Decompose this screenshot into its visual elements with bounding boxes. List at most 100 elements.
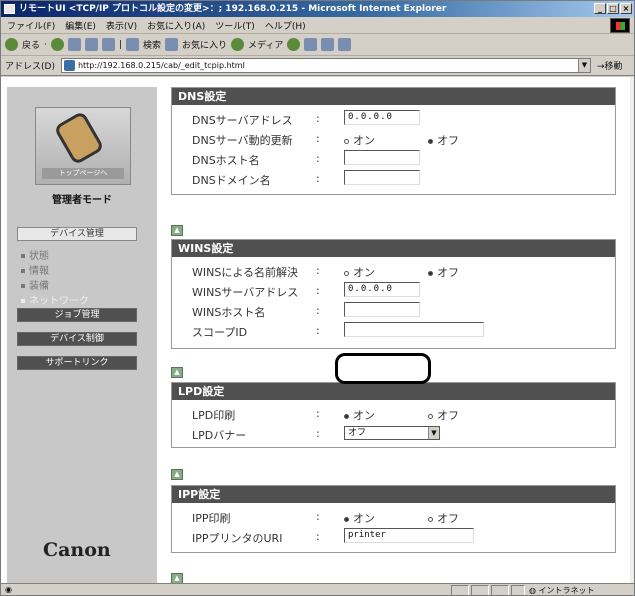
home-icon[interactable] — [101, 38, 115, 51]
status-bar: ◉ ◍ イントラネット — [1, 583, 634, 595]
colon: : — [316, 112, 320, 125]
search-icon[interactable] — [125, 38, 139, 51]
favorites-button[interactable]: お気に入り — [182, 38, 227, 51]
minimize-button[interactable]: _ — [594, 3, 606, 14]
windows-logo-icon — [610, 18, 630, 33]
wins-section: WINS設定 WINSによる名前解決 : オン オフ WINSサーバアドレス :… — [171, 239, 616, 349]
refresh-icon[interactable] — [84, 38, 98, 51]
search-button[interactable]: 検索 — [143, 38, 161, 51]
colon: : — [316, 427, 320, 440]
dns-host-input[interactable] — [344, 150, 420, 165]
forward-icon[interactable] — [50, 38, 64, 51]
edit-icon[interactable] — [338, 38, 352, 51]
device-control-button[interactable]: デバイス制御 — [17, 332, 137, 346]
menu-help[interactable]: ヘルプ(H) — [265, 19, 306, 32]
scroll-top-icon[interactable]: ▲ — [171, 573, 183, 583]
back-dropdown-icon[interactable]: · — [44, 40, 47, 50]
highlight-callout — [335, 353, 431, 384]
subnav-equipment[interactable]: 装備 — [21, 277, 49, 292]
back-button[interactable]: 戻る — [22, 38, 40, 51]
dropdown-arrow-icon[interactable]: ▼ — [428, 427, 439, 439]
radio-on-label: オン — [353, 512, 375, 525]
history-icon[interactable] — [287, 38, 301, 51]
go-button[interactable]: →移動 — [597, 59, 623, 72]
stop-icon[interactable] — [67, 38, 81, 51]
support-link-button[interactable]: サポートリンク — [17, 356, 137, 370]
wins-scope-input[interactable] — [344, 322, 484, 337]
close-button[interactable]: × — [620, 3, 632, 14]
canon-logo: Canon — [43, 539, 111, 561]
wins-resolve-off-radio[interactable]: オフ — [428, 264, 459, 280]
window-title: リモートUI <TCP/IP プロトコル設定の変更>：; 192.168.0.2… — [19, 4, 447, 14]
ipp-print-on-radio[interactable]: オン — [344, 510, 375, 526]
top-page-label: トップページへ — [42, 168, 124, 179]
menu-tools[interactable]: ツール(T) — [215, 19, 255, 32]
wins-server-input[interactable]: 0.0.0.0 — [344, 282, 420, 297]
go-label: 移動 — [604, 62, 623, 72]
favorites-icon[interactable] — [164, 38, 178, 51]
lpd-section: LPD設定 LPD印刷 : オン オフ LPDバナー : オフ ▼ — [171, 382, 616, 448]
colon: : — [316, 284, 320, 297]
job-mgmt-button[interactable]: ジョブ管理 — [17, 308, 137, 322]
address-input[interactable]: http://192.168.0.215/cab/_edit_tcpip.htm… — [60, 58, 591, 73]
admin-mode-label: 管理者モード — [52, 195, 112, 206]
menu-edit[interactable]: 編集(E) — [65, 19, 96, 32]
status-segment — [471, 585, 489, 595]
subnav-network[interactable]: ネットワーク — [21, 292, 89, 307]
vertical-scrollbar[interactable] — [630, 77, 634, 583]
mail-icon[interactable] — [304, 38, 318, 51]
media-icon[interactable] — [230, 38, 244, 51]
colon: : — [316, 172, 320, 185]
zone-label: イントラネット — [538, 586, 595, 595]
subnav-status-label: 状態 — [29, 251, 49, 262]
ie-icon — [4, 4, 15, 14]
dns-server-input[interactable]: 0.0.0.0 — [344, 110, 420, 125]
wins-host-input[interactable] — [344, 302, 420, 317]
ipp-section: IPP設定 IPP印刷 : オン オフ IPPプリンタのURI : printe… — [171, 485, 616, 553]
subnav-info[interactable]: 情報 — [21, 262, 49, 277]
menu-view[interactable]: 表示(V) — [106, 19, 137, 32]
lpd-print-off-radio[interactable]: オフ — [428, 407, 459, 423]
status-segment — [491, 585, 509, 595]
dns-domain-input[interactable] — [344, 170, 420, 185]
device-mgmt-button[interactable]: デバイス管理 — [17, 227, 137, 241]
ipp-print-off-radio[interactable]: オフ — [428, 510, 459, 526]
scroll-top-icon[interactable]: ▲ — [171, 367, 183, 378]
toolbar: 戻る · | 検索 お気に入り メディア — [1, 34, 634, 56]
radio-off-label: オフ — [437, 134, 459, 147]
title-bar: リモートUI <TCP/IP プロトコル設定の変更>：; 192.168.0.2… — [1, 1, 634, 17]
lpd-print-label: LPD印刷 — [192, 409, 236, 422]
wins-resolve-on-radio[interactable]: オン — [344, 264, 375, 280]
top-page-link[interactable]: トップページへ — [35, 107, 131, 185]
subnav-status[interactable]: 状態 — [21, 247, 49, 262]
print-icon[interactable] — [321, 38, 335, 51]
sidebar: トップページへ 管理者モード デバイス管理 状態 情報 装備 ネットワーク ジョ… — [7, 87, 157, 583]
intranet-zone: ◍ イントラネット — [529, 585, 595, 595]
menu-favorites[interactable]: お気に入り(A) — [147, 19, 205, 32]
colon: : — [316, 407, 320, 420]
colon: : — [316, 132, 320, 145]
lpd-banner-select[interactable]: オフ ▼ — [344, 426, 440, 440]
address-dropdown-icon[interactable]: ▼ — [577, 59, 590, 72]
address-url: http://192.168.0.215/cab/_edit_tcpip.htm… — [77, 61, 245, 70]
lpd-print-on-radio[interactable]: オン — [344, 407, 375, 423]
radio-off-label: オフ — [437, 266, 459, 279]
dns-dynamic-off-radio[interactable]: オフ — [428, 132, 459, 148]
maximize-button[interactable]: □ — [607, 3, 619, 14]
lpd-banner-value: オフ — [348, 428, 367, 438]
chain-link-icon — [53, 110, 105, 166]
separator: | — [118, 39, 122, 50]
back-icon[interactable] — [5, 38, 18, 51]
subnav-equipment-label: 装備 — [29, 281, 49, 292]
colon: : — [316, 304, 320, 317]
colon: : — [316, 530, 320, 543]
scroll-top-icon[interactable]: ▲ — [171, 469, 183, 480]
radio-on-label: オン — [353, 409, 375, 422]
page-content: トップページへ 管理者モード デバイス管理 状態 情報 装備 ネットワーク ジョ… — [1, 77, 634, 583]
scroll-top-icon[interactable]: ▲ — [171, 225, 183, 236]
dns-dynamic-on-radio[interactable]: オン — [344, 132, 375, 148]
page-status-icon: ◉ — [5, 585, 12, 594]
media-button[interactable]: メディア — [248, 38, 283, 51]
menu-file[interactable]: ファイル(F) — [7, 19, 55, 32]
ipp-uri-input[interactable]: printer — [344, 528, 474, 543]
